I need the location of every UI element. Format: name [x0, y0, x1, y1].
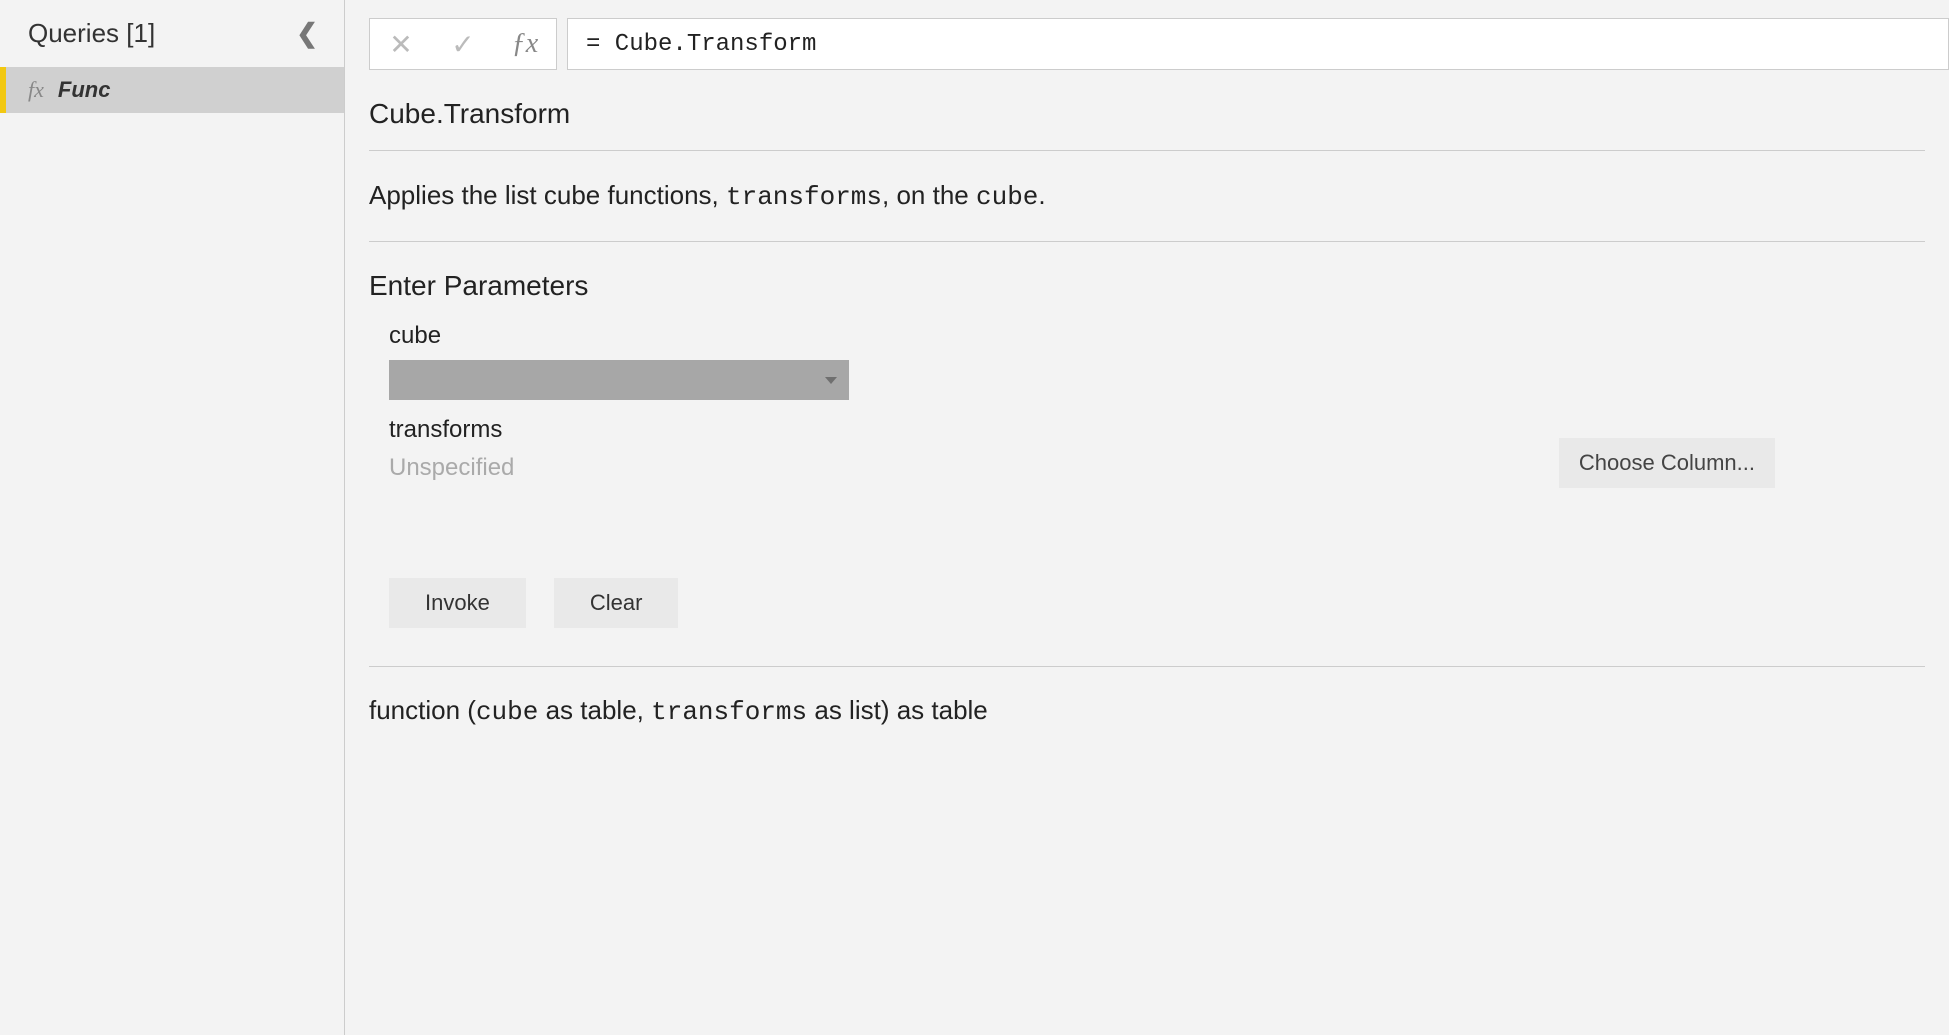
desc-code-cube: cube: [976, 182, 1038, 212]
collapse-icon[interactable]: ❮: [290, 18, 324, 49]
sidebar-header: Queries [1] ❮: [0, 0, 344, 67]
invoke-button[interactable]: Invoke: [389, 578, 526, 628]
desc-text: Applies the list cube functions,: [369, 180, 726, 210]
commit-icon[interactable]: ✓: [432, 19, 494, 69]
formula-input[interactable]: [567, 18, 1949, 70]
param-transforms-row: transforms Unspecified Choose Column...: [389, 416, 1925, 488]
chevron-down-icon: [825, 377, 837, 384]
fx-icon: fx: [28, 77, 44, 103]
sig-text: as list) as table: [807, 695, 988, 725]
fx-button-icon[interactable]: ƒx: [494, 19, 556, 69]
cancel-icon[interactable]: ✕: [370, 19, 432, 69]
function-signature: function (cube as table, transforms as l…: [369, 667, 1925, 755]
desc-text: , on the: [882, 180, 976, 210]
enter-parameters-title: Enter Parameters: [369, 242, 1925, 322]
clear-button[interactable]: Clear: [554, 578, 679, 628]
action-buttons: Invoke Clear: [389, 578, 1925, 628]
sig-text: as table,: [538, 695, 651, 725]
formula-bar: ✕ ✓ ƒx: [345, 0, 1949, 70]
sidebar-title: Queries [1]: [28, 18, 155, 49]
query-item-label: Func: [58, 77, 111, 103]
query-item-func[interactable]: fx Func: [0, 67, 344, 113]
formula-actions: ✕ ✓ ƒx: [369, 18, 557, 70]
choose-column-button[interactable]: Choose Column...: [1559, 438, 1775, 488]
function-doc: Cube.Transform Applies the list cube fun…: [345, 70, 1949, 1035]
parameters-section: cube transforms Unspecified Choose Colum…: [369, 322, 1925, 488]
param-transforms-label: transforms: [389, 416, 514, 444]
sig-text: function (: [369, 695, 476, 725]
param-transforms-value: Unspecified: [389, 454, 514, 482]
param-cube-dropdown[interactable]: [389, 360, 849, 400]
main-panel: ✕ ✓ ƒx Cube.Transform Applies the list c…: [345, 0, 1949, 1035]
desc-code-transforms: transforms: [726, 182, 882, 212]
sig-code-cube: cube: [476, 697, 538, 727]
sig-code-transforms: transforms: [651, 697, 807, 727]
function-description: Applies the list cube functions, transfo…: [369, 151, 1925, 241]
param-cube-label: cube: [389, 322, 1925, 350]
queries-sidebar: Queries [1] ❮ fx Func: [0, 0, 345, 1035]
desc-text: .: [1038, 180, 1045, 210]
function-title: Cube.Transform: [369, 98, 1925, 150]
